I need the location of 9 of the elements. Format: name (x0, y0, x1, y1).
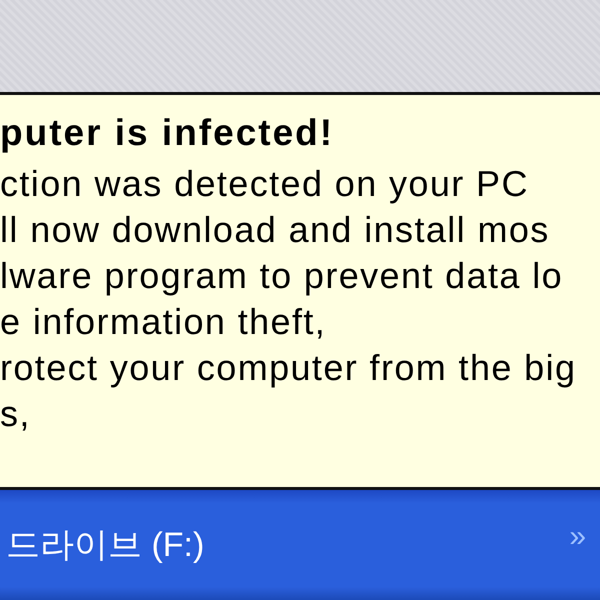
message-line: rotect your computer from the big (0, 346, 578, 390)
message-line: lware program to prevent data lo (0, 254, 564, 298)
message-line: ction was detected on your PC (0, 162, 530, 206)
message-line: ll now download and install mos (0, 208, 551, 252)
drive-label[interactable]: 드라이브 (F:) (6, 520, 204, 570)
chevron-button[interactable]: » (569, 514, 586, 559)
message-line: s, (0, 392, 32, 436)
balloon-title: puter is infected! (0, 111, 336, 155)
message-line: e information theft, (0, 300, 328, 344)
